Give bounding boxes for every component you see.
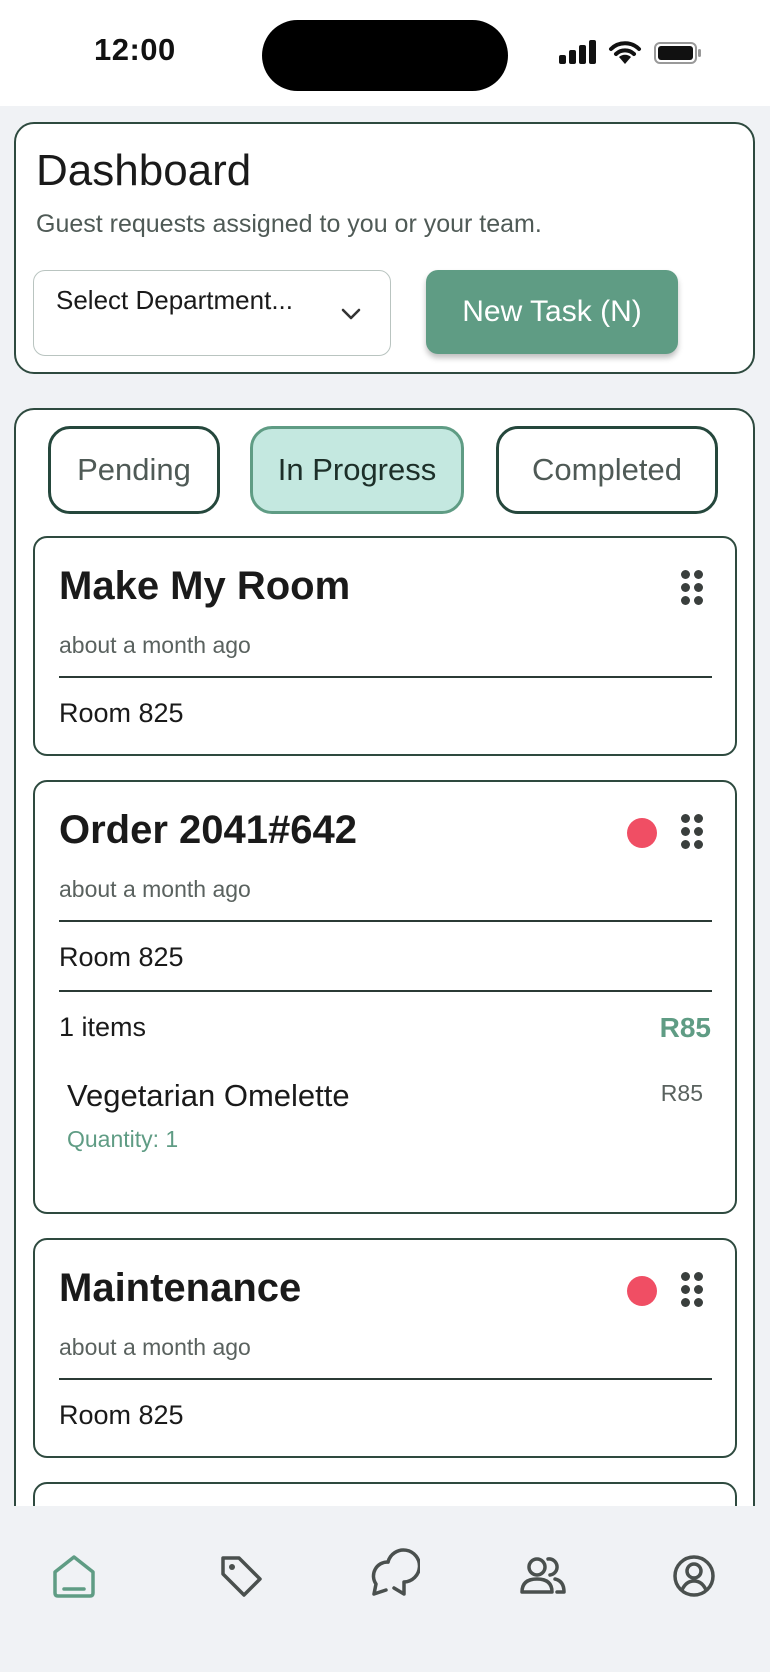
page-title: Dashboard: [36, 146, 252, 195]
nav-profile[interactable]: [666, 1548, 722, 1604]
task-title: Make My Room: [59, 564, 351, 608]
tab-pending[interactable]: Pending: [48, 426, 220, 514]
divider: [59, 1378, 712, 1380]
nav-messages[interactable]: [364, 1548, 422, 1604]
order-item-quantity: Quantity: 1: [67, 1126, 179, 1152]
task-time: about a month ago: [59, 1334, 251, 1360]
tag-icon: [221, 1556, 262, 1597]
department-select[interactable]: Select Department...: [33, 270, 391, 356]
task-room: Room 825: [59, 942, 184, 972]
profile-icon: [673, 1555, 715, 1597]
alert-dot: [627, 1276, 657, 1306]
task-title: Order 2041#642: [59, 808, 358, 852]
items-count: 1 items: [59, 1012, 147, 1042]
divider: [59, 920, 712, 922]
drag-handle-icon[interactable]: [681, 814, 703, 850]
task-time: about a month ago: [59, 876, 251, 902]
chevron-down-icon: [341, 308, 361, 320]
department-select-value: Select Department...: [56, 285, 293, 315]
wifi-icon: [609, 41, 641, 64]
signal-icon: [559, 38, 599, 66]
task-title: Maintenance: [59, 1266, 302, 1310]
alert-dot: [627, 818, 657, 848]
dynamic-island: [262, 20, 508, 91]
status-time: 12:00: [94, 32, 176, 67]
task-room: Room 825: [59, 698, 184, 728]
task-card[interactable]: [33, 1482, 737, 1506]
dashboard-screen: Dashboard Guest requests assigned to you…: [0, 106, 770, 1506]
task-time: about a month ago: [59, 632, 251, 658]
order-item-name: Vegetarian Omelette: [67, 1078, 350, 1113]
nav-home[interactable]: [46, 1548, 102, 1604]
users-icon: [520, 1557, 566, 1594]
drag-handle-icon[interactable]: [681, 1272, 703, 1308]
order-item-price: R85: [660, 1080, 703, 1106]
page-subtitle: Guest requests assigned to you or your t…: [36, 210, 542, 238]
home-icon: [53, 1555, 95, 1598]
tab-in-progress[interactable]: In Progress: [250, 426, 464, 514]
chat-icon: [371, 1548, 422, 1596]
header-card: Dashboard Guest requests assigned to you…: [14, 122, 755, 374]
tab-completed[interactable]: Completed: [496, 426, 718, 514]
status-bar: 12:00: [0, 0, 770, 106]
drag-handle-icon[interactable]: [681, 570, 703, 606]
task-card[interactable]: Order 2041#642 about a month ago Room 82…: [33, 780, 737, 1214]
task-card[interactable]: Make My Room about a month ago Room 825: [33, 536, 737, 756]
task-room: Room 825: [59, 1400, 184, 1430]
nav-team[interactable]: [515, 1548, 571, 1604]
divider: [59, 676, 712, 678]
bottom-nav: [0, 1506, 770, 1672]
divider: [59, 990, 712, 992]
nav-tags[interactable]: [213, 1548, 269, 1604]
order-total: R85: [659, 1012, 711, 1043]
task-card[interactable]: Maintenance about a month ago Room 825: [33, 1238, 737, 1458]
new-task-button[interactable]: New Task (N): [426, 270, 678, 354]
battery-icon: [654, 42, 701, 64]
tasks-panel: Pending In Progress Completed Make My Ro…: [14, 408, 755, 1506]
